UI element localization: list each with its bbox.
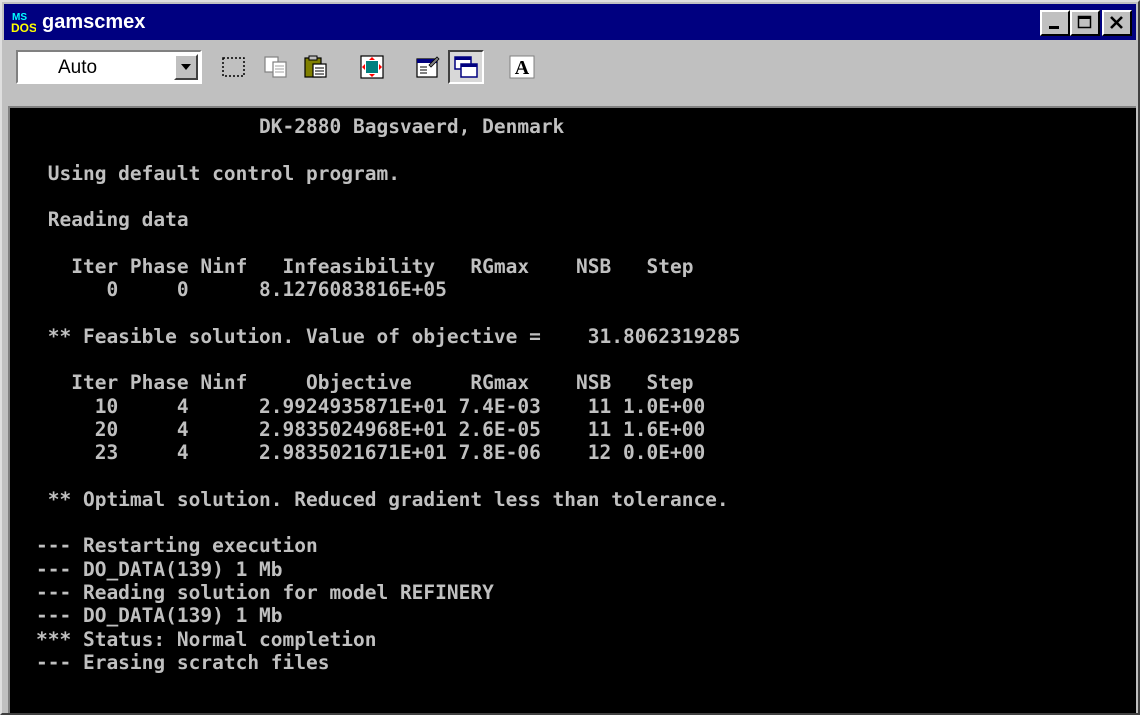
copy-button[interactable] — [258, 50, 294, 84]
fullscreen-icon — [360, 55, 384, 79]
background-icon — [454, 56, 478, 78]
close-button[interactable] — [1102, 10, 1132, 36]
font-size-select[interactable]: Auto — [16, 50, 202, 84]
window-title: gamscmex — [42, 11, 146, 33]
minimize-icon — [1049, 26, 1059, 29]
console-line: Using default control program. — [36, 161, 400, 185]
ms-dos-icon: MS DOS — [10, 10, 36, 34]
console-line: *** Status: Normal completion — [36, 627, 377, 651]
minimize-button[interactable] — [1040, 10, 1070, 36]
paste-icon — [304, 55, 327, 78]
console-line: --- DO_DATA(139) 1 Mb — [36, 604, 283, 628]
console-line: --- Restarting execution — [36, 534, 318, 558]
background-button[interactable] — [448, 50, 484, 84]
mark-button[interactable] — [216, 50, 252, 84]
title-bar[interactable]: MS DOS gamscmex — [4, 4, 1136, 40]
console-line: 10 4 2.9924935871E+01 7.4E-03 11 1.0E+00 — [36, 394, 706, 418]
properties-button[interactable] — [410, 50, 446, 84]
console-line: Iter Phase Ninf Infeasibility RGmax NSB … — [36, 254, 694, 278]
console-output[interactable]: DK-2880 Bagsvaerd, Denmark Using default… — [8, 106, 1136, 713]
console-line: Reading data — [36, 208, 189, 232]
console-line: ** Feasible solution. Value of objective… — [36, 324, 741, 348]
console-line: --- DO_DATA(139) 1 Mb — [36, 557, 283, 581]
fullscreen-button[interactable] — [354, 50, 390, 84]
maximize-icon — [1077, 15, 1092, 29]
close-icon — [1110, 16, 1123, 29]
font-button[interactable]: A — [504, 50, 540, 84]
font-icon: A — [509, 55, 535, 79]
console-window: MS DOS gamscmex Auto A DK-2880 Bagsvaerd… — [0, 0, 1140, 715]
console-line: ** Optimal solution. Reduced gradient le… — [36, 487, 729, 511]
copy-icon — [264, 56, 287, 78]
maximize-button[interactable] — [1070, 10, 1100, 36]
console-line: DK-2880 Bagsvaerd, Denmark — [36, 115, 565, 138]
mark-icon — [222, 57, 245, 77]
properties-icon — [416, 56, 440, 78]
console-line: --- Erasing scratch files — [36, 650, 330, 674]
svg-text:DOS: DOS — [11, 21, 36, 34]
toolbar: Auto A — [4, 42, 1136, 102]
console-line: 20 4 2.9835024968E+01 2.6E-05 11 1.6E+00 — [36, 417, 706, 441]
console-line: 0 0 8.1276083816E+05 — [36, 278, 447, 302]
console-line: --- Reading solution for model REFINERY — [36, 581, 494, 604]
paste-button[interactable] — [298, 50, 334, 84]
console-line: 23 4 2.9835021671E+01 7.8E-06 12 0.0E+00 — [36, 441, 706, 465]
chevron-down-icon — [181, 64, 191, 70]
font-button-label: A — [515, 57, 530, 79]
dropdown-button[interactable] — [174, 54, 198, 80]
font-size-value: Auto — [58, 57, 98, 78]
console-line: Iter Phase Ninf Objective RGmax NSB Step — [36, 371, 694, 395]
